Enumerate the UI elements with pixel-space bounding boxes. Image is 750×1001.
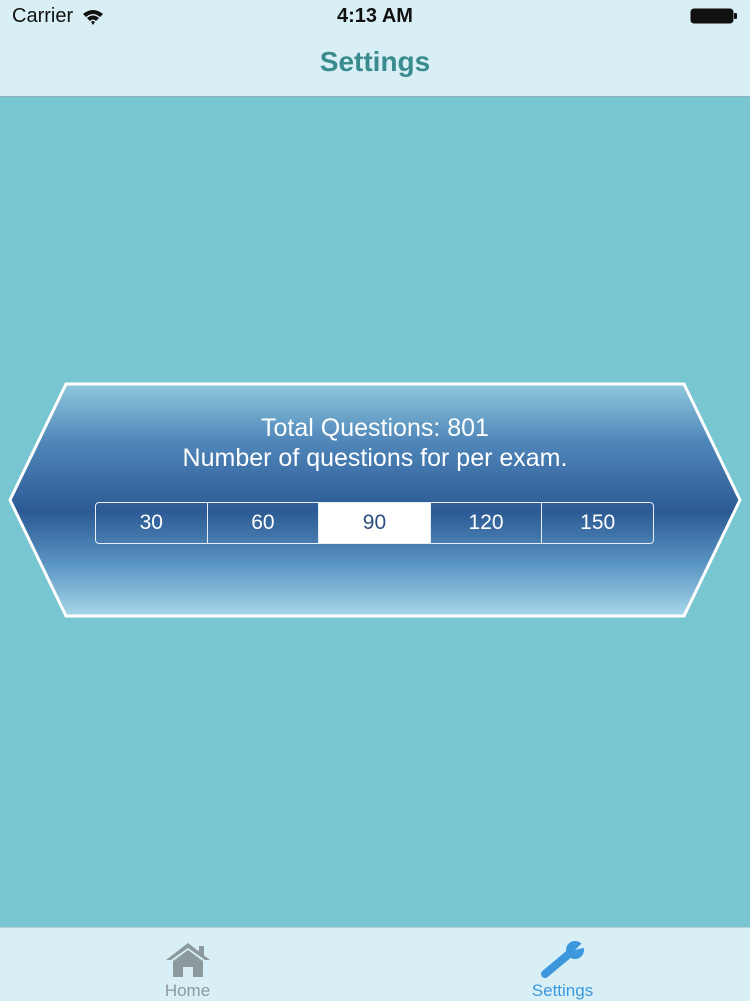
page-title: Settings bbox=[319, 46, 431, 77]
home-icon bbox=[165, 943, 210, 977]
option-60-button[interactable]: 60 bbox=[208, 503, 320, 543]
wrench-icon bbox=[540, 940, 591, 978]
questions-per-exam-selector[interactable]: 30 60 90 120 150 bbox=[95, 502, 654, 544]
option-90-button[interactable]: 90 bbox=[319, 503, 431, 543]
tab-home[interactable]: Home bbox=[0, 928, 375, 1001]
battery-icon bbox=[690, 8, 737, 24]
option-120-button[interactable]: 120 bbox=[431, 503, 543, 543]
question-settings-panel: Total Questions: 801 Number of questions… bbox=[8, 382, 742, 618]
tab-home-label: Home bbox=[164, 981, 211, 1000]
questions-per-exam-label: Number of questions for per exam. bbox=[182, 444, 568, 472]
tab-bar: Home Settings bbox=[0, 927, 750, 1001]
total-questions-label: Total Questions: 801 bbox=[261, 414, 489, 442]
option-30-button[interactable]: 30 bbox=[96, 503, 208, 543]
navigation-bar: Settings bbox=[0, 32, 750, 97]
status-time: 4:13 AM bbox=[337, 5, 413, 27]
tab-settings-label: Settings bbox=[531, 981, 594, 1000]
option-150-button[interactable]: 150 bbox=[542, 503, 653, 543]
tab-settings[interactable]: Settings bbox=[375, 928, 750, 1001]
status-bar: Carrier 4:13 AM bbox=[0, 0, 750, 32]
